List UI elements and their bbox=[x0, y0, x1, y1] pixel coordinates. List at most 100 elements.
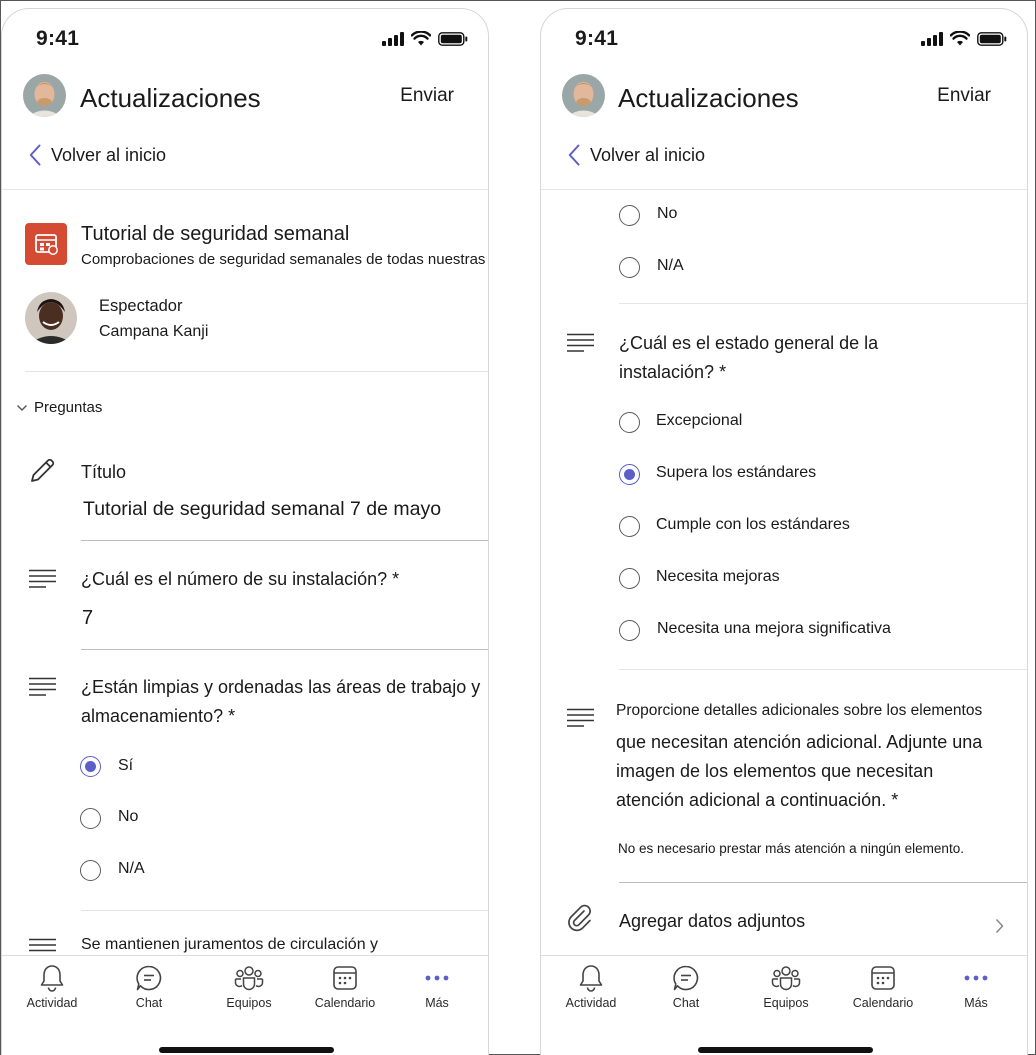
nav-calendario[interactable]: Calendario bbox=[300, 964, 390, 1010]
back-link[interactable]: Volver al inicio bbox=[568, 144, 705, 166]
text-lines-icon bbox=[29, 677, 56, 696]
chat-icon bbox=[136, 965, 162, 991]
option-label-si: Sí bbox=[118, 757, 134, 774]
option-label-necesita-mejoras: Necesita mejoras bbox=[656, 568, 780, 585]
radio-necesita-mejoras[interactable] bbox=[619, 568, 640, 589]
nav-mas[interactable]: Más bbox=[392, 964, 482, 1010]
details-underline bbox=[619, 882, 1027, 883]
radio-na[interactable] bbox=[80, 860, 101, 881]
chevron-left-icon bbox=[568, 144, 580, 166]
radio-no[interactable] bbox=[80, 808, 101, 829]
chevron-right-icon bbox=[995, 918, 1004, 934]
send-button[interactable]: Enviar bbox=[937, 85, 991, 107]
wifi-icon bbox=[411, 31, 431, 46]
nav-equipos[interactable]: Equipos bbox=[204, 964, 294, 1010]
form-subtitle: Comprobaciones de seguridad semanales de… bbox=[81, 251, 488, 268]
send-button[interactable]: Enviar bbox=[400, 85, 454, 107]
user-avatar[interactable] bbox=[562, 74, 605, 117]
question-overall-line1: ¿Cuál es el estado general de la bbox=[619, 333, 879, 353]
divider bbox=[81, 910, 488, 911]
viewer-role: Espectador bbox=[99, 297, 183, 315]
nav-equipos[interactable]: Equipos bbox=[741, 964, 831, 1010]
divider bbox=[619, 669, 1027, 670]
facility-number-input[interactable]: 7 bbox=[82, 607, 93, 630]
pencil-icon bbox=[31, 458, 55, 482]
nav-label: Chat bbox=[672, 996, 700, 1010]
user-avatar[interactable] bbox=[23, 74, 66, 117]
option-label-na: N/A bbox=[118, 860, 145, 877]
home-indicator bbox=[698, 1047, 873, 1053]
cellular-signal-icon bbox=[921, 31, 943, 46]
question-details-line4: atención adicional a continuación. * bbox=[616, 790, 899, 810]
option-label-mejora-significativa: Necesita una mejora significativa bbox=[657, 620, 891, 637]
status-icons bbox=[921, 31, 1007, 46]
back-link-label: Volver al inicio bbox=[590, 144, 706, 165]
chevron-down-icon bbox=[17, 404, 27, 411]
nav-label: Calendario bbox=[852, 996, 914, 1010]
text-lines-icon bbox=[29, 569, 56, 588]
nav-label: Chat bbox=[135, 996, 163, 1010]
question-facility-number: ¿Cuál es el número de su instalación? * bbox=[81, 569, 400, 589]
chevron-left-icon bbox=[29, 144, 41, 166]
form-title: Tutorial de seguridad semanal bbox=[81, 223, 350, 245]
text-lines-icon bbox=[567, 708, 594, 727]
facility-number-underline bbox=[81, 649, 488, 650]
bottom-nav: Actividad Chat Equipos Calendario Más bbox=[2, 955, 488, 1055]
radio-excepcional[interactable] bbox=[619, 412, 640, 433]
add-attachment-label: Agregar datos adjuntos bbox=[619, 911, 806, 931]
title-field-label: Título bbox=[81, 462, 127, 482]
question-next-partial: Se mantienen juramentos de circulación y bbox=[81, 936, 379, 953]
bell-icon bbox=[579, 965, 603, 992]
chat-icon bbox=[673, 965, 699, 991]
section-label: Preguntas bbox=[34, 399, 103, 416]
radio-na[interactable] bbox=[619, 257, 640, 278]
title-field-underline bbox=[81, 540, 488, 541]
option-label-supera-estandares: Supera los estándares bbox=[656, 464, 817, 481]
title-field-input[interactable]: Tutorial de seguridad semanal 7 de mayo bbox=[83, 498, 441, 521]
nav-label: Equipos bbox=[763, 996, 809, 1010]
status-time: 9:41 bbox=[36, 27, 80, 50]
nav-mas[interactable]: Más bbox=[931, 964, 1021, 1010]
battery-icon bbox=[438, 31, 468, 46]
page-title: Actualizaciones bbox=[618, 83, 799, 113]
wifi-icon bbox=[950, 31, 970, 46]
divider bbox=[541, 189, 1027, 190]
form-app-icon bbox=[25, 223, 67, 265]
battery-icon bbox=[977, 31, 1007, 46]
nav-chat[interactable]: Chat bbox=[641, 964, 731, 1010]
question-details-line2: que necesitan atención adicional. Adjunt… bbox=[616, 732, 983, 752]
divider bbox=[25, 371, 488, 372]
home-indicator bbox=[159, 1047, 334, 1053]
radio-si[interactable] bbox=[80, 756, 101, 777]
radio-supera-estandares[interactable] bbox=[619, 464, 640, 485]
section-toggle-preguntas[interactable]: Preguntas bbox=[16, 399, 102, 416]
phone-screen-right: 9:41 Actualizaciones Enviar Volver al in… bbox=[540, 8, 1028, 1055]
nav-label: Más bbox=[964, 996, 988, 1010]
teams-icon bbox=[234, 966, 264, 991]
phone-screen-left: 9:41 Actualizaciones Enviar Volver al in… bbox=[1, 8, 489, 1055]
question-clean-line1: ¿Están limpias y ordenadas las áreas de … bbox=[81, 677, 481, 697]
nav-label: Calendario bbox=[314, 996, 376, 1010]
more-dots-icon bbox=[425, 975, 449, 981]
nav-chat[interactable]: Chat bbox=[104, 964, 194, 1010]
person-avatar bbox=[25, 292, 77, 344]
nav-label: Equipos bbox=[226, 996, 272, 1010]
question-details-line3: imagen de los elementos que necesitan bbox=[616, 761, 934, 781]
details-answer-input[interactable]: No es necesario prestar más atención a n… bbox=[618, 841, 964, 856]
nav-actividad[interactable]: Actividad bbox=[7, 964, 97, 1010]
option-label-cumple-estandares: Cumple con los estándares bbox=[656, 516, 850, 533]
nav-actividad[interactable]: Actividad bbox=[546, 964, 636, 1010]
option-label-na: N/A bbox=[657, 257, 684, 274]
nav-calendario[interactable]: Calendario bbox=[838, 964, 928, 1010]
radio-cumple-estandares[interactable] bbox=[619, 516, 640, 537]
radio-mejora-significativa[interactable] bbox=[619, 620, 640, 641]
add-attachment-row[interactable]: Agregar datos adjuntos bbox=[541, 891, 1027, 953]
radio-no[interactable] bbox=[619, 205, 640, 226]
back-link[interactable]: Volver al inicio bbox=[29, 144, 166, 166]
paperclip-icon bbox=[568, 904, 591, 932]
page-title: Actualizaciones bbox=[80, 83, 261, 113]
nav-label: Actividad bbox=[565, 996, 617, 1010]
divider bbox=[2, 189, 488, 190]
more-dots-icon bbox=[964, 975, 988, 981]
calendar-icon bbox=[333, 966, 357, 990]
